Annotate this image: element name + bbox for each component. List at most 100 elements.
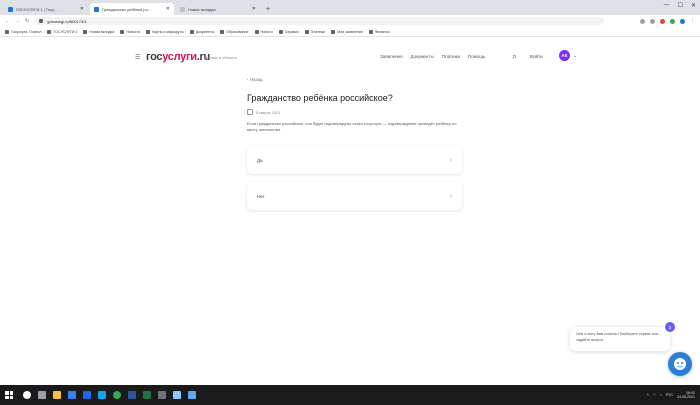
bookmark-item[interactable]: Мои заявления bbox=[331, 29, 363, 34]
bookmark-icon bbox=[304, 29, 309, 34]
edge-icon[interactable] bbox=[98, 391, 106, 399]
browser-tab[interactable]: ГОСУСЛУГИ 1 | Госу... ✕ bbox=[4, 3, 88, 15]
main-nav: Заявления Документы Платежи Помощь bbox=[380, 54, 485, 59]
browser-tab[interactable]: Новая вкладка ✕ bbox=[176, 3, 260, 15]
bookmark-icon bbox=[254, 29, 259, 34]
bookmark-item[interactable]: Налоги bbox=[254, 29, 273, 34]
option-label: Да bbox=[257, 157, 263, 163]
back-arrow-icon[interactable]: ← bbox=[5, 18, 10, 24]
page-title: Гражданство ребёнка российское? bbox=[247, 93, 393, 103]
bookmark-item[interactable]: Карты и маршруты bbox=[146, 29, 184, 34]
taskbar-apps bbox=[23, 391, 196, 399]
bookmark-item[interactable]: Образование bbox=[220, 29, 249, 34]
app-icon[interactable] bbox=[158, 391, 166, 399]
tab-favicon-icon bbox=[8, 6, 13, 12]
main-content: ‹ Назад Гражданство ребёнка российское? … bbox=[247, 75, 462, 210]
nav-item-help[interactable]: Помощь bbox=[468, 54, 485, 59]
tab-title: Гражданство ребёнка ро... bbox=[102, 6, 152, 12]
chevron-down-icon[interactable]: ⌄ bbox=[573, 53, 577, 59]
menu-icon[interactable]: ⋮ bbox=[690, 18, 695, 24]
clock[interactable]: 16:02 24.05.2021 bbox=[677, 391, 695, 399]
windows-start-icon[interactable] bbox=[5, 391, 13, 399]
tab-favicon-icon bbox=[94, 6, 99, 12]
chrome-icon[interactable] bbox=[113, 391, 121, 399]
tab-favicon-icon bbox=[180, 6, 185, 12]
bookmark-item[interactable]: Новости bbox=[120, 29, 140, 34]
file-explorer-icon[interactable] bbox=[53, 391, 61, 399]
region-selector[interactable]: Москва и область bbox=[204, 55, 237, 60]
reload-icon[interactable]: ↻ bbox=[25, 18, 29, 24]
chevron-up-icon[interactable]: ˄ bbox=[647, 393, 649, 397]
bookmark-item[interactable]: Документы bbox=[189, 29, 214, 34]
bookmarks-bar: Госуслуги. Портал ГОСУСЛУГИ 1 Новая вкла… bbox=[0, 27, 700, 37]
notification-badge: 1 bbox=[665, 322, 675, 332]
chevron-right-icon: › bbox=[449, 192, 452, 200]
word-icon[interactable] bbox=[128, 391, 136, 399]
nav-item-payments[interactable]: Платежи bbox=[442, 54, 460, 59]
extension-icon[interactable] bbox=[640, 18, 645, 24]
maximize-icon[interactable]: ☐ bbox=[678, 2, 683, 9]
close-window-icon[interactable]: ✕ bbox=[691, 2, 696, 9]
excel-icon[interactable] bbox=[143, 391, 151, 399]
app-icon[interactable] bbox=[188, 391, 196, 399]
bookmark-item[interactable]: Новая вкладка bbox=[83, 29, 114, 34]
browser-toolbar: ← → ↻ gosuslugi.ru/600174/1 ⋮ bbox=[0, 15, 700, 27]
back-link[interactable]: ‹ Назад bbox=[247, 77, 462, 82]
language-indicator[interactable]: РУС bbox=[666, 393, 673, 397]
close-icon[interactable]: ✕ bbox=[80, 6, 84, 12]
task-view-icon[interactable] bbox=[38, 391, 46, 399]
search-icon[interactable]: ⌕ bbox=[512, 51, 517, 62]
mail-icon[interactable] bbox=[83, 391, 91, 399]
bookmark-icon bbox=[47, 29, 52, 34]
site-header: ☰ госуслуги.ru Москва и область Заявлени… bbox=[0, 37, 700, 75]
minimize-icon[interactable]: — bbox=[664, 2, 670, 9]
option-card-no[interactable]: Нет › bbox=[247, 182, 462, 210]
chat-bubble[interactable]: Чем я могу вам помочь? Выберите сервис и… bbox=[570, 327, 670, 351]
close-icon[interactable]: ✕ bbox=[166, 6, 170, 12]
option-card-yes[interactable]: Да › bbox=[247, 146, 462, 174]
bookmark-icon bbox=[120, 29, 125, 34]
bookmark-icon bbox=[83, 29, 88, 34]
browser-tab-strip: ГОСУСЛУГИ 1 | Госу... ✕ Гражданство ребё… bbox=[0, 0, 700, 15]
bookmark-item[interactable]: Финансы bbox=[368, 29, 390, 34]
extension-icon[interactable] bbox=[660, 18, 665, 24]
search-icon[interactable] bbox=[23, 391, 31, 399]
forward-arrow-icon[interactable]: → bbox=[15, 18, 20, 24]
address-bar[interactable]: gosuslugi.ru/600174/1 bbox=[34, 17, 605, 25]
window-controls: — ☐ ✕ bbox=[664, 2, 696, 9]
site-logo[interactable]: госуслуги.ru bbox=[146, 51, 210, 63]
bookmark-icon bbox=[189, 29, 194, 34]
nav-item-applications[interactable]: Заявления bbox=[380, 54, 403, 59]
date-row: 5 марта 2021 bbox=[247, 109, 462, 115]
bookmark-item[interactable]: Госуслуги. Портал bbox=[5, 29, 41, 34]
app-icon[interactable] bbox=[173, 391, 181, 399]
extension-icon[interactable] bbox=[670, 18, 675, 24]
bookmark-icon bbox=[5, 29, 9, 34]
bookmark-icon bbox=[146, 29, 151, 34]
tab-title: ГОСУСЛУГИ 1 | Госу... bbox=[16, 6, 57, 12]
system-tray: ˄ ◠ ♪ РУС 16:02 24.05.2021 bbox=[647, 391, 695, 399]
toolbar-extensions: ⋮ bbox=[640, 18, 695, 24]
close-icon[interactable]: ✕ bbox=[252, 6, 256, 12]
new-tab-icon[interactable]: + bbox=[266, 6, 270, 13]
bookmark-icon bbox=[368, 29, 373, 34]
store-icon[interactable] bbox=[68, 391, 76, 399]
bookmark-icon bbox=[278, 29, 283, 34]
extension-icon[interactable] bbox=[650, 18, 655, 24]
profile-icon[interactable] bbox=[680, 18, 685, 24]
wifi-icon[interactable]: ◠ bbox=[653, 393, 656, 397]
browser-tab-active[interactable]: Гражданство ребёнка ро... ✕ bbox=[90, 3, 174, 15]
chat-bot-button[interactable] bbox=[668, 352, 692, 376]
windows-taskbar: ˄ ◠ ♪ РУС 16:02 24.05.2021 bbox=[0, 385, 700, 405]
chevron-right-icon: › bbox=[449, 156, 452, 164]
bookmark-item[interactable]: ГОСУСЛУГИ 1 bbox=[47, 29, 77, 34]
avatar[interactable]: АК bbox=[559, 50, 570, 61]
bookmark-item[interactable]: Справки bbox=[278, 29, 299, 34]
address-text: gosuslugi.ru/600174/1 bbox=[47, 18, 87, 24]
volume-icon[interactable]: ♪ bbox=[660, 393, 662, 397]
bookmark-item[interactable]: Платежи bbox=[304, 29, 325, 34]
hamburger-menu-icon[interactable]: ☰ bbox=[135, 54, 140, 61]
login-link[interactable]: Войти bbox=[530, 54, 543, 59]
nav-item-documents[interactable]: Документы bbox=[411, 54, 434, 59]
robot-icon bbox=[674, 358, 686, 370]
